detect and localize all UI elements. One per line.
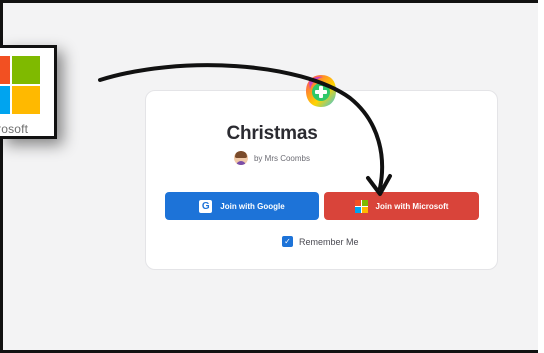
screenshot: Christmas by Mrs Coombs G Join with Goog…	[0, 0, 544, 353]
microsoft-icon	[354, 199, 368, 213]
checkbox-checked-icon[interactable]: ✓	[282, 236, 293, 247]
google-icon: G	[199, 199, 213, 213]
author-avatar	[233, 151, 248, 165]
join-with-microsoft-label: Join with Microsoft	[375, 201, 449, 211]
inset-caption: rosoft	[0, 122, 29, 136]
quiz-title: Christmas	[226, 123, 318, 144]
zoom-inset: rosoft	[0, 45, 57, 139]
remember-me-row[interactable]: ✓ Remember Me	[282, 236, 359, 247]
author-name: by Mrs Coombs	[253, 153, 310, 163]
microsoft-logo-zoom-icon	[0, 56, 40, 116]
page-edge	[538, 0, 544, 353]
join-with-microsoft-button[interactable]: Join with Microsoft	[324, 192, 479, 220]
join-with-google-label: Join with Google	[220, 201, 285, 211]
app-logo-icon	[306, 75, 336, 107]
join-with-google-button[interactable]: G Join with Google	[165, 192, 319, 220]
remember-me-label: Remember Me	[299, 236, 359, 247]
author-row: by Mrs Coombs	[0, 151, 544, 165]
